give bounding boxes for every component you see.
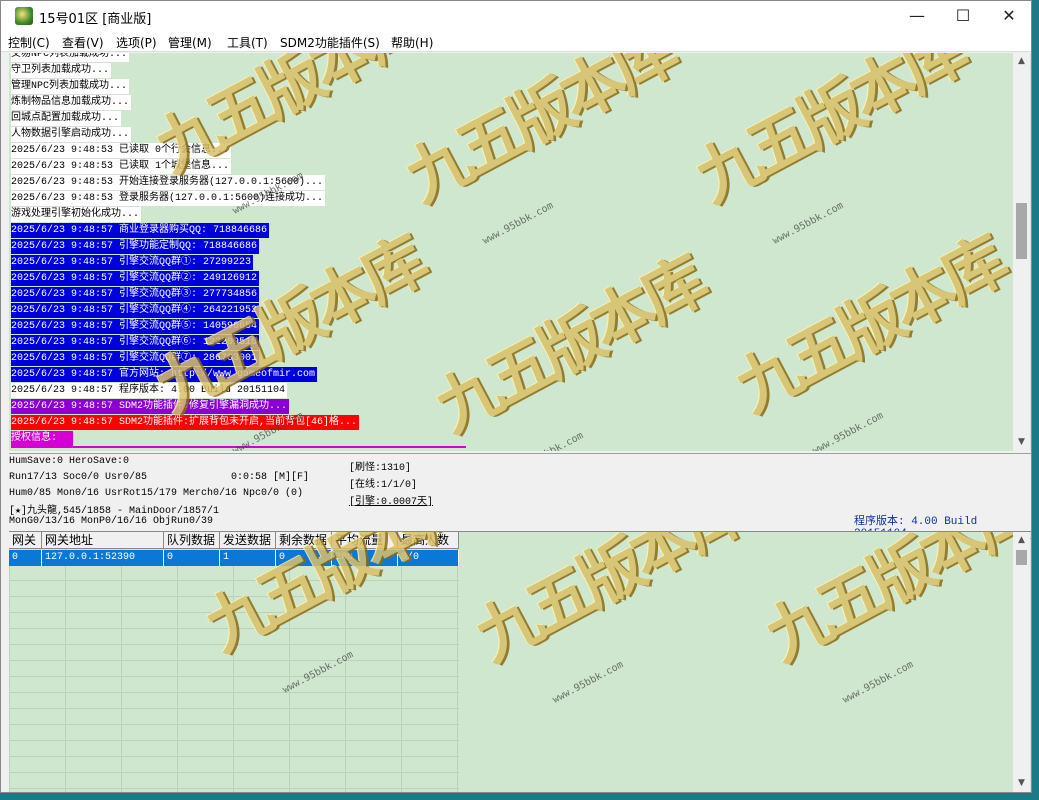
table-row[interactable]: 0 127.0.0.1:52390 0 1 0 20b 0/0 (9, 550, 459, 566)
menu-bar: 控制(C) 查看(V) 选项(P) 管理(M) 工具(T) SDM2功能插件(S… (1, 31, 1031, 52)
gateway-grid[interactable]: 网关 网关地址 队列数据 发送数据 剩余数据 平均流量 最高人数 0 127.0… (9, 531, 1031, 792)
menu-options[interactable]: 选项(P) (116, 34, 157, 51)
log-line: 2025/6/23 9:48:57 引擎交流QQ群⑥: 122209510 (11, 335, 260, 350)
table-cell: 20b (332, 550, 398, 566)
menu-tools[interactable]: 工具(T) (227, 34, 268, 51)
log-line: 2025/6/23 9:48:57 引擎交流QQ群③: 277734856 (11, 287, 260, 302)
scroll-up-icon[interactable]: ▲ (1013, 53, 1030, 70)
window-title: 15号01区 [商业版] (39, 12, 152, 27)
log-line: 2025/6/23 9:48:57 引擎交流QQ群⑦: 286703001 (11, 351, 260, 366)
table-cell: 127.0.0.1:52390 (42, 550, 164, 566)
engine-time-link[interactable]: [引擎:0.0007天] (349, 492, 433, 508)
log-line: 守卫列表加载成功... (11, 63, 112, 78)
log-scrollbar[interactable]: ▲ ▼ (1013, 53, 1030, 451)
log-line: 交易NPC列表加载成功... (11, 53, 130, 62)
log-line: 人物数据引擎启动成功... (11, 127, 132, 142)
grid-scroll-thumb[interactable] (1016, 550, 1027, 565)
log-line: 2025/6/23 9:48:57 程序版本: 4.00 Build 20151… (11, 383, 288, 398)
app-logo-icon (15, 7, 33, 25)
column-header[interactable]: 剩余数据 (276, 532, 332, 549)
watermark-text: 九五版本库 (723, 224, 1016, 427)
watermark-logo: 九五版本库 www.95bbk.com (724, 225, 1015, 451)
watermark-text: 九五版本库 (393, 53, 686, 217)
menu-manage[interactable]: 管理(M) (168, 34, 212, 51)
log-line: 授权信息: (11, 431, 73, 446)
player-text: [★]九头龍,545/1858 - MainDoor/1857/1 (9, 506, 220, 517)
log-line: 2025/6/23 9:48:53 已读取 0个行会信息... (11, 143, 232, 158)
humsave-text: HumSave:0 HeroSave:0 (9, 456, 130, 467)
column-header[interactable]: 网关地址 (42, 532, 164, 549)
watermark-url: www.95bbk.com (550, 659, 626, 706)
watermark-text: 九五版本库 (683, 53, 976, 217)
column-header[interactable]: 队列数据 (164, 532, 220, 549)
grid-header: 网关 网关地址 队列数据 发送数据 剩余数据 平均流量 最高人数 (9, 532, 459, 549)
watermark-logo: 九五版本库 www.95bbk.com (394, 53, 685, 273)
run-text: Run17/13 Soc0/0 Usr0/85 (9, 472, 148, 483)
refresh-monster-text: [刷怪:1310] (349, 463, 412, 474)
uptime-text: 0:0:58 [M][F] (231, 472, 310, 483)
log-line: 炼制物品信息加载成功... (11, 95, 132, 110)
menu-view[interactable]: 查看(V) (62, 34, 104, 51)
log-line: 2025/6/23 9:48:53 已读取 1个城堡信息... (11, 159, 232, 174)
log-line: 2025/6/23 9:48:53 开始连接登录服务器(127.0.0.1:56… (11, 175, 326, 190)
watermark-url: www.95bbk.com (810, 410, 886, 451)
watermark-text: 九五版本库 (753, 531, 1031, 676)
menu-control[interactable]: 控制(C) (8, 34, 50, 51)
watermark-url: www.95bbk.com (840, 659, 916, 706)
grid-scrollbar[interactable]: ▲ ▼ (1013, 532, 1030, 792)
log-line: 2025/6/23 9:48:57 引擎功能定制QQ: 718846686 (11, 239, 260, 254)
log-line: 2025/6/23 9:48:57 官方网站: http://www.gameo… (11, 367, 318, 382)
log-line: 2025/6/23 9:48:57 引擎交流QQ群②: 249126912 (11, 271, 260, 286)
table-cell: 0 (164, 550, 220, 566)
status-panel: HumSave:0 HeroSave:0 Run17/13 Soc0/0 Usr… (9, 453, 1031, 540)
log-panel[interactable]: 交易NPC列表加载成功... 守卫列表加载成功... 管理NPC列表加载成功..… (9, 53, 1031, 451)
scroll-down-icon[interactable]: ▼ (1013, 434, 1030, 451)
watermark-text: 九五版本库 (423, 244, 716, 447)
table-cell: 0/0 (398, 550, 459, 566)
watermark-logo: 九五版本库 www.95bbk.com (684, 53, 975, 273)
watermark-logo: 九五版本库 www.95bbk.com (464, 532, 755, 732)
grid-lines (9, 532, 459, 792)
mongo-text: MonG0/13/16 MonP0/16/16 ObjRun0/39 (9, 516, 214, 527)
log-line: 2025/6/23 9:48:57 SDM2功能插件:扩展背包未开启,当前背包[… (11, 415, 360, 430)
table-cell: 0 (9, 550, 42, 566)
log-divider (11, 446, 466, 448)
maximize-button[interactable]: ☐ (940, 1, 986, 31)
watermark-text: 九五版本库 (463, 531, 756, 676)
watermark-url: www.95bbk.com (770, 200, 846, 247)
log-scroll-thumb[interactable] (1016, 203, 1027, 259)
watermark-logo: 九五版本库 www.95bbk.com (424, 245, 715, 451)
column-header[interactable]: 网关 (9, 532, 42, 549)
hum-text: Hum0/85 Mon0/16 UsrRot15/179 Merch0/16 N… (9, 488, 304, 499)
log-line: 2025/6/23 9:48:53 登录服务器(127.0.0.1:5600)连… (11, 191, 326, 206)
column-header[interactable]: 最高人数 (398, 532, 459, 549)
column-header[interactable]: 发送数据 (220, 532, 276, 549)
column-header[interactable]: 平均流量 (332, 532, 398, 549)
log-line: 回城点配置加载成功... (11, 111, 122, 126)
watermark-logo: 九五版本库 www.95bbk.com (754, 532, 1031, 732)
log-line: 2025/6/23 9:48:57 商业登录器购买QQ: 718846686 (11, 223, 270, 238)
log-line: 管理NPC列表加载成功... (11, 79, 130, 94)
scroll-up-icon[interactable]: ▲ (1013, 532, 1030, 549)
minimize-button[interactable]: — (894, 1, 940, 31)
watermark-url: www.95bbk.com (480, 200, 556, 247)
log-line: 游戏处理引擎初始化成功... (11, 207, 142, 222)
main-window: 15号01区 [商业版] — ☐ ✕ 控制(C) 查看(V) 选项(P) 管理(… (0, 0, 1032, 793)
scroll-down-icon[interactable]: ▼ (1013, 775, 1030, 792)
menu-sdm2-plugin[interactable]: SDM2功能插件(S) (280, 34, 380, 51)
table-cell: 1 (220, 550, 276, 566)
log-line: 2025/6/23 9:48:57 引擎交流QQ群①: 27299223 (11, 255, 254, 270)
online-text: [在线:1/1/0] (349, 480, 418, 491)
table-cell: 0 (276, 550, 332, 566)
close-button[interactable]: ✕ (986, 1, 1031, 31)
menu-help[interactable]: 帮助(H) (391, 34, 433, 51)
log-line: 2025/6/23 9:48:57 引擎交流QQ群④: 264221952 (11, 303, 260, 318)
title-bar[interactable]: 15号01区 [商业版] — ☐ ✕ (1, 1, 1031, 31)
log-line: 2025/6/23 9:48:57 SDM2功能插件:修复引擎漏洞成功... (11, 399, 290, 414)
log-line: 2025/6/23 9:48:57 引擎交流QQ群⑤: 140596654 (11, 319, 260, 334)
watermark-url: www.95bbk.com (511, 430, 585, 451)
